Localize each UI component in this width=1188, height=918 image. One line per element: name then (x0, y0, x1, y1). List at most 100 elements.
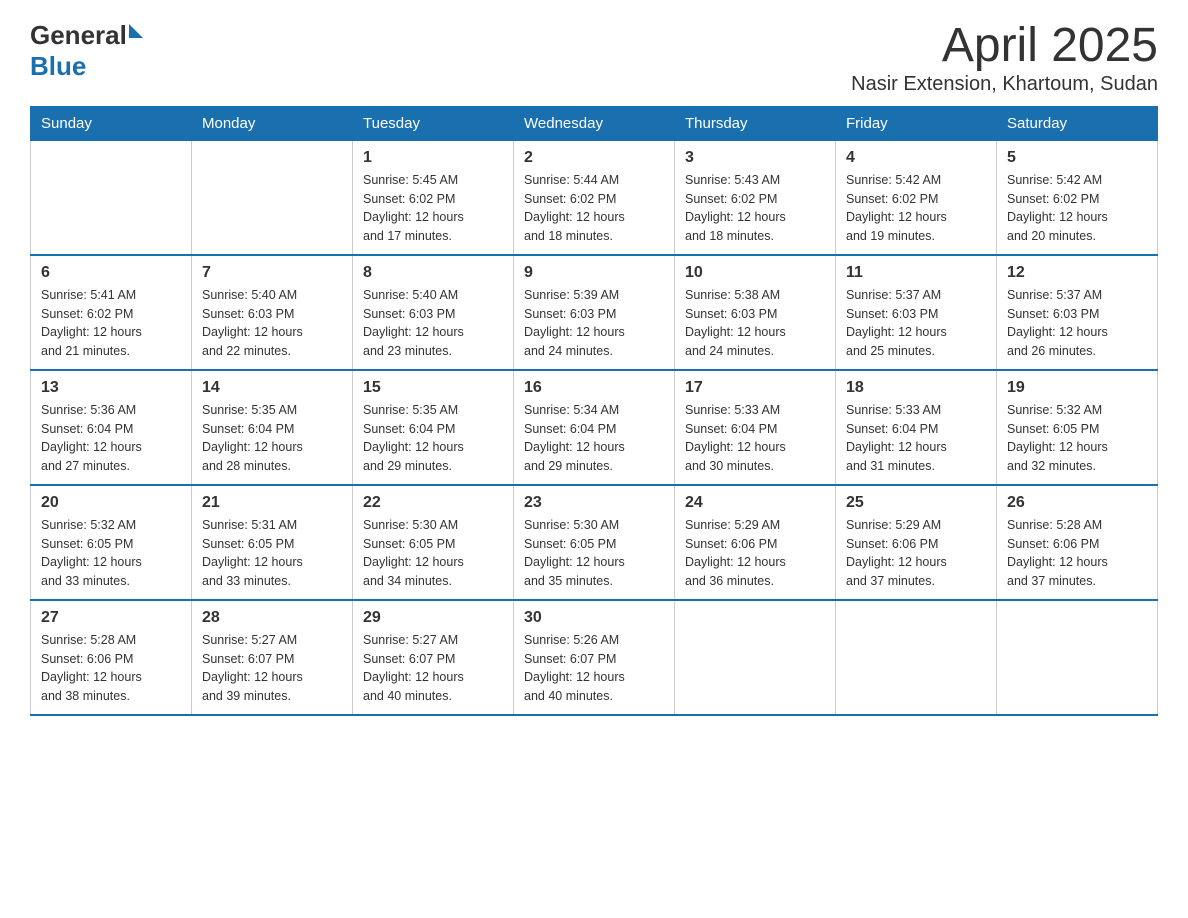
calendar-cell: 20 Sunrise: 5:32 AM Sunset: 6:05 PM Dayli… (31, 485, 192, 600)
calendar-cell: 4Sunrise: 5:42 AM Sunset: 6:02 PM Daylig… (836, 140, 997, 255)
day-number: 1 (363, 149, 503, 167)
day-info: Sunrise: 5:41 AM Sunset: 6:02 PM Dayligh… (41, 286, 181, 361)
calendar-cell: 7 Sunrise: 5:40 AM Sunset: 6:03 PM Daylig… (192, 255, 353, 370)
day-number: 24 (685, 494, 825, 512)
calendar-cell: 6 Sunrise: 5:41 AM Sunset: 6:02 PM Daylig… (31, 255, 192, 370)
calendar-cell: 18 Sunrise: 5:33 AM Sunset: 6:04 PM Dayli… (836, 370, 997, 485)
day-info: Sunrise: 5:34 AM Sunset: 6:04 PM Dayligh… (524, 401, 664, 476)
day-number: 26 (1007, 494, 1147, 512)
day-info: Sunrise: 5:32 AM Sunset: 6:05 PM Dayligh… (1007, 401, 1147, 476)
calendar-cell: 30 Sunrise: 5:26 AM Sunset: 6:07 PM Dayli… (514, 600, 675, 715)
calendar-cell: 21 Sunrise: 5:31 AM Sunset: 6:05 PM Dayli… (192, 485, 353, 600)
day-info: Sunrise: 5:27 AM Sunset: 6:07 PM Dayligh… (363, 631, 503, 706)
calendar-cell: 8 Sunrise: 5:40 AM Sunset: 6:03 PM Daylig… (353, 255, 514, 370)
day-number: 21 (202, 494, 342, 512)
day-number: 28 (202, 609, 342, 627)
calendar-cell: 29Sunrise: 5:27 AM Sunset: 6:07 PM Dayli… (353, 600, 514, 715)
day-number: 25 (846, 494, 986, 512)
day-info: Sunrise: 5:32 AM Sunset: 6:05 PM Dayligh… (41, 516, 181, 591)
calendar-cell: 27 Sunrise: 5:28 AM Sunset: 6:06 PM Dayli… (31, 600, 192, 715)
calendar-cell: 1 Sunrise: 5:45 AM Sunset: 6:02 PM Daylig… (353, 140, 514, 255)
day-info: Sunrise: 5:35 AM Sunset: 6:04 PM Dayligh… (363, 401, 503, 476)
day-info: Sunrise: 5:28 AM Sunset: 6:06 PM Dayligh… (1007, 516, 1147, 591)
day-info: Sunrise: 5:27 AM Sunset: 6:07 PM Dayligh… (202, 631, 342, 706)
calendar-cell: 24 Sunrise: 5:29 AM Sunset: 6:06 PM Dayli… (675, 485, 836, 600)
calendar-cell: 25 Sunrise: 5:29 AM Sunset: 6:06 PM Dayli… (836, 485, 997, 600)
day-number: 17 (685, 379, 825, 397)
day-number: 18 (846, 379, 986, 397)
day-number: 20 (41, 494, 181, 512)
page-subtitle: Nasir Extension, Khartoum, Sudan (851, 73, 1158, 96)
day-info: Sunrise: 5:45 AM Sunset: 6:02 PM Dayligh… (363, 171, 503, 246)
day-info: Sunrise: 5:44 AM Sunset: 6:02 PM Dayligh… (524, 171, 664, 246)
calendar-cell: 5 Sunrise: 5:42 AM Sunset: 6:02 PM Daylig… (997, 140, 1158, 255)
day-number: 22 (363, 494, 503, 512)
logo-arrow-icon (129, 24, 143, 38)
calendar-cell: 10Sunrise: 5:38 AM Sunset: 6:03 PM Dayli… (675, 255, 836, 370)
logo-general: General (30, 20, 127, 51)
calendar-header-sunday: Sunday (31, 106, 192, 140)
page-header: General Blue April 2025 Nasir Extension,… (30, 20, 1158, 96)
day-info: Sunrise: 5:36 AM Sunset: 6:04 PM Dayligh… (41, 401, 181, 476)
calendar-header-saturday: Saturday (997, 106, 1158, 140)
day-info: Sunrise: 5:40 AM Sunset: 6:03 PM Dayligh… (363, 286, 503, 361)
calendar-cell: 9 Sunrise: 5:39 AM Sunset: 6:03 PM Daylig… (514, 255, 675, 370)
calendar-header-friday: Friday (836, 106, 997, 140)
calendar-week-5: 27 Sunrise: 5:28 AM Sunset: 6:06 PM Dayli… (31, 600, 1158, 715)
calendar-table: SundayMondayTuesdayWednesdayThursdayFrid… (30, 106, 1158, 716)
calendar-cell: 23Sunrise: 5:30 AM Sunset: 6:05 PM Dayli… (514, 485, 675, 600)
day-number: 11 (846, 264, 986, 282)
calendar-header-thursday: Thursday (675, 106, 836, 140)
calendar-cell: 17 Sunrise: 5:33 AM Sunset: 6:04 PM Dayli… (675, 370, 836, 485)
day-number: 3 (685, 149, 825, 167)
day-number: 6 (41, 264, 181, 282)
day-number: 12 (1007, 264, 1147, 282)
day-info: Sunrise: 5:38 AM Sunset: 6:03 PM Dayligh… (685, 286, 825, 361)
calendar-cell (836, 600, 997, 715)
day-number: 30 (524, 609, 664, 627)
calendar-cell: 11 Sunrise: 5:37 AM Sunset: 6:03 PM Dayli… (836, 255, 997, 370)
day-info: Sunrise: 5:40 AM Sunset: 6:03 PM Dayligh… (202, 286, 342, 361)
day-info: Sunrise: 5:29 AM Sunset: 6:06 PM Dayligh… (685, 516, 825, 591)
day-number: 7 (202, 264, 342, 282)
calendar-cell: 14Sunrise: 5:35 AM Sunset: 6:04 PM Dayli… (192, 370, 353, 485)
calendar-cell (192, 140, 353, 255)
logo-blue: Blue (30, 51, 143, 82)
calendar-cell (997, 600, 1158, 715)
day-number: 19 (1007, 379, 1147, 397)
page-title: April 2025 (851, 20, 1158, 73)
day-info: Sunrise: 5:28 AM Sunset: 6:06 PM Dayligh… (41, 631, 181, 706)
logo: General Blue (30, 20, 143, 82)
calendar-cell: 22 Sunrise: 5:30 AM Sunset: 6:05 PM Dayli… (353, 485, 514, 600)
calendar-cell: 16Sunrise: 5:34 AM Sunset: 6:04 PM Dayli… (514, 370, 675, 485)
day-info: Sunrise: 5:43 AM Sunset: 6:02 PM Dayligh… (685, 171, 825, 246)
day-info: Sunrise: 5:26 AM Sunset: 6:07 PM Dayligh… (524, 631, 664, 706)
calendar-header-monday: Monday (192, 106, 353, 140)
day-info: Sunrise: 5:37 AM Sunset: 6:03 PM Dayligh… (846, 286, 986, 361)
day-number: 14 (202, 379, 342, 397)
calendar-cell: 26 Sunrise: 5:28 AM Sunset: 6:06 PM Dayli… (997, 485, 1158, 600)
day-info: Sunrise: 5:33 AM Sunset: 6:04 PM Dayligh… (846, 401, 986, 476)
day-info: Sunrise: 5:39 AM Sunset: 6:03 PM Dayligh… (524, 286, 664, 361)
calendar-cell: 12 Sunrise: 5:37 AM Sunset: 6:03 PM Dayli… (997, 255, 1158, 370)
day-number: 9 (524, 264, 664, 282)
calendar-header-tuesday: Tuesday (353, 106, 514, 140)
day-info: Sunrise: 5:30 AM Sunset: 6:05 PM Dayligh… (363, 516, 503, 591)
calendar-cell: 15Sunrise: 5:35 AM Sunset: 6:04 PM Dayli… (353, 370, 514, 485)
day-number: 23 (524, 494, 664, 512)
day-number: 8 (363, 264, 503, 282)
day-number: 5 (1007, 149, 1147, 167)
day-info: Sunrise: 5:29 AM Sunset: 6:06 PM Dayligh… (846, 516, 986, 591)
day-info: Sunrise: 5:37 AM Sunset: 6:03 PM Dayligh… (1007, 286, 1147, 361)
calendar-cell: 2 Sunrise: 5:44 AM Sunset: 6:02 PM Daylig… (514, 140, 675, 255)
day-info: Sunrise: 5:33 AM Sunset: 6:04 PM Dayligh… (685, 401, 825, 476)
title-block: April 2025 Nasir Extension, Khartoum, Su… (851, 20, 1158, 96)
day-number: 27 (41, 609, 181, 627)
calendar-week-4: 20 Sunrise: 5:32 AM Sunset: 6:05 PM Dayli… (31, 485, 1158, 600)
day-number: 2 (524, 149, 664, 167)
day-info: Sunrise: 5:42 AM Sunset: 6:02 PM Dayligh… (1007, 171, 1147, 246)
day-info: Sunrise: 5:31 AM Sunset: 6:05 PM Dayligh… (202, 516, 342, 591)
calendar-cell (675, 600, 836, 715)
calendar-week-3: 13Sunrise: 5:36 AM Sunset: 6:04 PM Dayli… (31, 370, 1158, 485)
calendar-cell: 3 Sunrise: 5:43 AM Sunset: 6:02 PM Daylig… (675, 140, 836, 255)
